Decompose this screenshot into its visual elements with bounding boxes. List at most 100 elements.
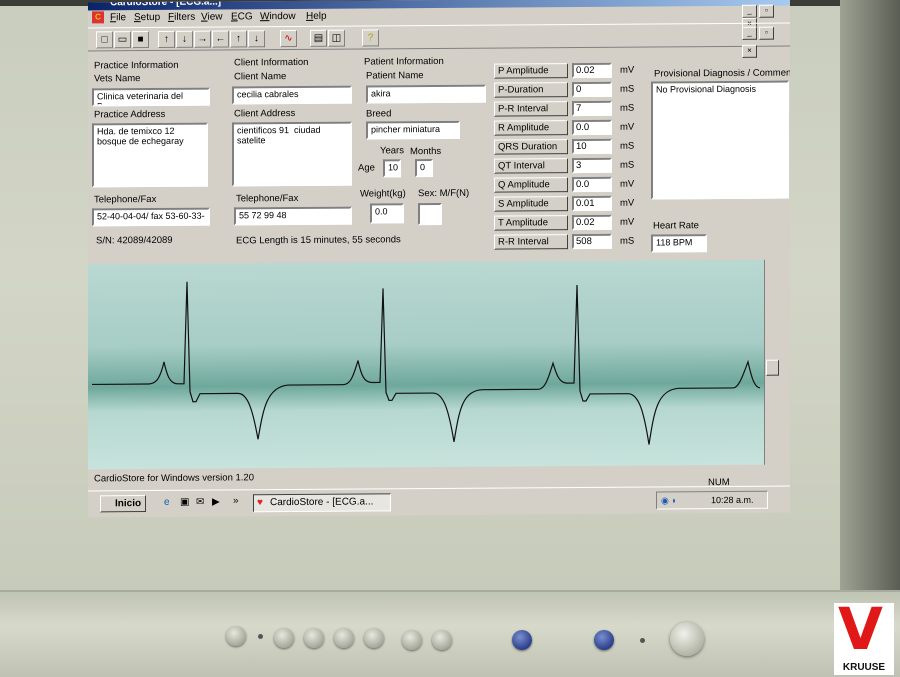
save-disk-icon[interactable]: ■ (132, 31, 149, 49)
param-r-amplitude-button[interactable]: R Amplitude (494, 120, 568, 136)
preview-icon[interactable]: ◫ (328, 29, 345, 47)
ecg-trace-line (92, 281, 761, 445)
monitor-blue-button-2[interactable] (594, 630, 614, 650)
window-title: CardioStore - [ECG.a...] (110, 0, 222, 9)
param-s-amplitude-value[interactable]: 0.01 (572, 195, 612, 212)
age-years-field[interactable]: 10 (383, 159, 401, 178)
doc-close-icon[interactable]: × (742, 44, 757, 58)
ecg-scrollbar[interactable] (764, 259, 779, 465)
start-label: Inicio (115, 498, 142, 510)
vets-name-field[interactable]: Clinica veterinaria del Bosq (92, 87, 210, 107)
help-icon[interactable]: ? (362, 29, 379, 47)
param-qrs-duration-button[interactable]: QRS Duration (494, 139, 568, 155)
menu-ecg[interactable]: ECG (231, 11, 253, 22)
arrow-down-icon[interactable]: ↓ (176, 30, 193, 48)
taskbar-cardiostore-button[interactable]: ♥ CardioStore - [ECG.a... (253, 493, 391, 513)
client-phone-field[interactable]: 55 72 99 48 (234, 206, 352, 226)
param-qrs-duration-unit: mS (620, 140, 635, 152)
param-s-amplitude-button[interactable]: S Amplitude (494, 196, 568, 212)
print-icon[interactable]: ▤ (310, 29, 327, 47)
menu-window[interactable]: Window (260, 11, 296, 22)
client-section-label: Client Information (234, 56, 309, 69)
new-file-icon[interactable]: □ (96, 31, 113, 49)
param-qt-interval-button[interactable]: QT Interval (494, 158, 568, 174)
taskbar: Inicio e ▣ ✉ ▶ » ♥ CardioStore - [ECG.a.… (88, 485, 790, 518)
arrow-down-small-icon[interactable]: ↓ (248, 30, 265, 48)
param-p-amplitude-value[interactable]: 0.02 (572, 62, 612, 79)
age-months-field[interactable]: 0 (415, 159, 433, 178)
param-p-duration-value[interactable]: 0 (572, 81, 612, 98)
ecg-scroll-thumb[interactable] (766, 359, 779, 376)
param-q-amplitude-value[interactable]: 0.0 (572, 176, 612, 193)
system-tray: ◉ ◗ 10:28 a.m. (656, 490, 768, 510)
param-r-amplitude-unit: mV (620, 121, 635, 133)
monitor-power-button[interactable] (670, 622, 704, 656)
monitor-blue-button-1[interactable] (512, 630, 532, 650)
arrow-right-icon[interactable]: → (194, 30, 211, 48)
monitor-button-2[interactable] (274, 628, 294, 648)
client-name-field[interactable]: cecilia cabrales (232, 85, 352, 105)
monitor-button-5[interactable] (364, 628, 384, 648)
param-p-duration-button[interactable]: P-Duration (494, 82, 568, 98)
breed-field[interactable]: pincher miniatura (366, 120, 460, 140)
practice-phone-label: Telephone/Fax (94, 193, 157, 206)
monitor-control-panel (0, 590, 900, 677)
outlook-icon[interactable]: ✉ (196, 497, 204, 508)
monitor-button-1[interactable] (226, 626, 246, 646)
param-t-amplitude-value[interactable]: 0.02 (572, 214, 612, 231)
menu-setup[interactable]: Setup (134, 12, 160, 23)
param-r-amplitude-value[interactable]: 0.0 (572, 119, 612, 136)
param-rr-interval-value[interactable]: 508 (572, 233, 612, 250)
diagnosis-label: Provisional Diagnosis / Comment (654, 67, 790, 80)
menu-filters[interactable]: Filters (168, 12, 195, 23)
practice-phone-field[interactable]: 52-40-04-04/ fax 53-60-33- (92, 207, 210, 227)
param-q-amplitude-unit: mV (620, 178, 635, 190)
param-pr-interval-unit: mS (620, 102, 635, 114)
param-p-amplitude-button[interactable]: P Amplitude (494, 63, 568, 79)
version-text: CardioStore for Windows version 1.20 (94, 472, 254, 485)
monitor-button-4[interactable] (334, 628, 354, 648)
menu-file[interactable]: File (110, 12, 126, 23)
start-button[interactable]: Inicio (100, 495, 146, 513)
tray-icons: ◉ ◗ (661, 495, 677, 506)
sex-field[interactable] (418, 202, 442, 226)
sex-label: Sex: M/F(N) (418, 187, 470, 200)
param-qt-interval-value[interactable]: 3 (572, 157, 612, 174)
param-q-amplitude-button[interactable]: Q Amplitude (494, 177, 568, 193)
param-pr-interval-button[interactable]: P-R Interval (494, 101, 568, 117)
client-address-field[interactable]: cientificos 91 ciudad satelite (232, 121, 352, 187)
menu-view[interactable]: View (201, 12, 223, 23)
patient-name-field[interactable]: akira (366, 84, 486, 104)
arrow-up-icon[interactable]: ↑ (158, 30, 175, 48)
menu-help[interactable]: Help (306, 11, 327, 22)
param-qrs-duration-value[interactable]: 10 (572, 138, 612, 155)
ie-icon[interactable]: e (164, 497, 170, 508)
param-rr-interval-unit: mS (620, 235, 635, 247)
media-icon[interactable]: ▶ (212, 497, 220, 508)
desktop-icon[interactable]: ▣ (180, 497, 189, 508)
arrow-left-icon[interactable]: ← (212, 30, 229, 48)
param-p-amplitude-unit: mV (620, 64, 635, 76)
serial-number: S/N: 42089/42089 (96, 234, 173, 247)
param-pr-interval-value[interactable]: 7 (572, 100, 612, 117)
param-t-amplitude-button[interactable]: T Amplitude (494, 215, 568, 231)
param-rr-interval-button[interactable]: R-R Interval (494, 234, 568, 250)
task-label: CardioStore - [ECG.a... (270, 496, 374, 509)
open-folder-icon[interactable]: ▭ (114, 31, 131, 49)
monitor-button-plus[interactable] (432, 630, 452, 650)
practice-address-field[interactable]: Hda. de temixco 12 bosque de echegaray (92, 122, 208, 188)
arrow-up-small-icon[interactable]: ↑ (230, 30, 247, 48)
weight-field[interactable]: 0.0 (370, 203, 404, 224)
doc-minimize-icon[interactable]: _ (742, 26, 757, 40)
app-icon[interactable]: C (92, 11, 104, 24)
monitor-button-minus[interactable] (402, 630, 422, 650)
ecg-waveform (92, 281, 761, 445)
ecg-wave-icon[interactable]: ∿ (280, 29, 297, 48)
more-chevron-icon[interactable]: » (233, 495, 239, 506)
minimize-icon[interactable]: _ (742, 4, 757, 18)
diagnosis-field[interactable]: No Provisional Diagnosis (651, 80, 789, 200)
monitor-button-3[interactable] (304, 628, 324, 648)
doc-restore-icon[interactable]: ▫ (759, 26, 774, 40)
kruuse-logo: V KRUUSE (834, 599, 894, 675)
restore-icon[interactable]: ▫ (759, 4, 774, 18)
